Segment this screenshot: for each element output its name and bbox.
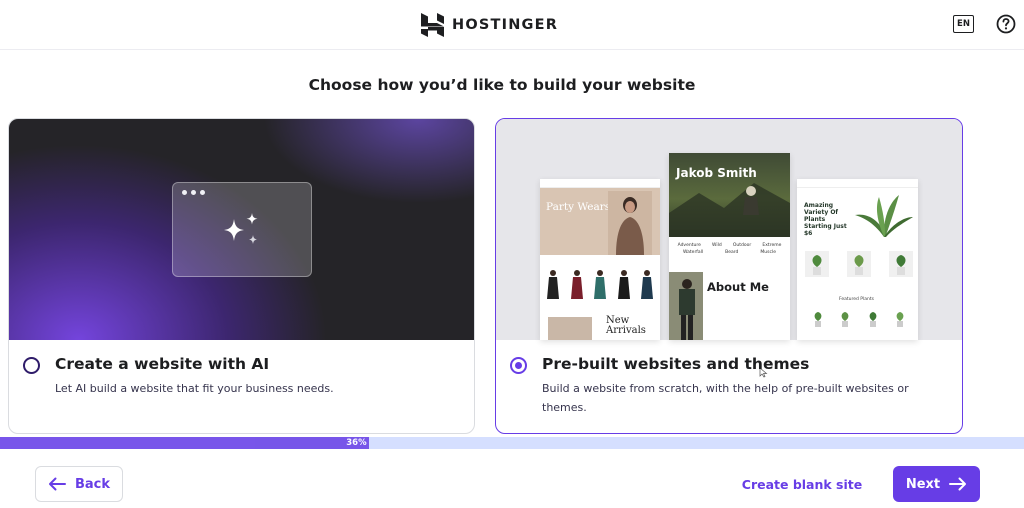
preview-hero-text: Party Wears: [546, 201, 611, 213]
theme-preview-portfolio: Jakob Smith Adventure Wild Outdoor Extre…: [669, 153, 790, 340]
preview-about-title: About Me: [707, 280, 769, 294]
option-card-ai-footer: Create a website with AI Let AI build a …: [9, 340, 474, 433]
progress-bar: 36%: [0, 437, 1024, 449]
preview-section-title: New Arrivals: [606, 315, 646, 336]
product-figures: [545, 269, 655, 305]
next-button[interactable]: Next: [893, 466, 980, 502]
preview-categories: Adventure Wild Outdoor Extreme Waterfall…: [677, 243, 782, 255]
brand[interactable]: HOSTINGER: [421, 12, 558, 38]
hiker-image: [669, 272, 703, 340]
model-image: [608, 191, 652, 255]
option-description: Build a website from scratch, with the h…: [542, 382, 909, 414]
plant-image: [855, 195, 913, 237]
help-circle-icon[interactable]: [996, 14, 1016, 34]
back-button-label: Back: [74, 476, 111, 492]
brand-name: HOSTINGER: [452, 17, 559, 33]
option-card-ai[interactable]: Create a website with AI Let AI build a …: [8, 118, 475, 434]
ai-illustration: [9, 119, 474, 340]
preview-hero-name: Jakob Smith: [676, 166, 757, 180]
arrow-left-icon: [48, 477, 66, 491]
language-selector[interactable]: EN: [953, 15, 974, 33]
hostinger-logo-icon: [421, 13, 444, 37]
arrow-right-icon: [949, 477, 967, 491]
option-card-prebuilt[interactable]: Party Wears New Arrivals Jakob Smith Adv…: [495, 118, 963, 434]
plant-products-row-2: [811, 311, 907, 327]
portfolio-hero: Jakob Smith: [669, 153, 790, 237]
preview-plants-heading: Amazing Variety Of Plants Starting Just …: [804, 202, 847, 237]
create-blank-site-button[interactable]: Create blank site: [736, 466, 868, 502]
top-header: HOSTINGER EN: [0, 0, 1024, 50]
page-title: Choose how you’d like to build your webs…: [308, 76, 696, 94]
themes-preview: Party Wears New Arrivals Jakob Smith Adv…: [496, 119, 962, 378]
theme-preview-plants: Amazing Variety Of Plants Starting Just …: [797, 179, 918, 340]
preview-featured-title: Featured Plants: [839, 297, 874, 302]
ai-sparkles-icon: [224, 213, 258, 244]
progress-label: 36%: [346, 438, 367, 448]
next-button-label: Next: [905, 476, 941, 492]
browser-window-illustration: [172, 182, 312, 277]
back-button[interactable]: Back: [35, 466, 123, 502]
radio-prebuilt[interactable]: [510, 357, 527, 374]
radio-ai[interactable]: [23, 357, 40, 374]
option-card-prebuilt-footer: Pre-built websites and themes Build a we…: [496, 340, 962, 433]
window-dots: [182, 190, 205, 195]
theme-preview-fashion: Party Wears New Arrivals: [540, 179, 660, 340]
option-title: Pre-built websites and themes: [542, 355, 810, 373]
option-title: Create a website with AI: [55, 355, 270, 373]
plant-products: [805, 251, 913, 277]
option-description: Let AI build a website that fit your bus…: [55, 382, 334, 395]
progress-fill: 36%: [0, 437, 369, 449]
